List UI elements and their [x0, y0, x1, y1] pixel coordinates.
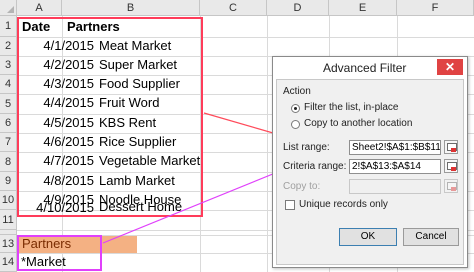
ok-button[interactable]: OK	[339, 228, 397, 246]
advanced-filter-dialog: Advanced Filter ✕ Action Filter the list…	[272, 56, 468, 268]
close-button[interactable]: ✕	[437, 59, 463, 75]
dialog-titlebar[interactable]: Advanced Filter ✕	[273, 57, 467, 79]
filter-in-place-label[interactable]: Filter the list, in-place	[304, 102, 398, 113]
criteria-range-picker-icon[interactable]	[444, 159, 458, 173]
list-range-label: List range:	[283, 142, 330, 153]
filter-in-place-radio[interactable]	[291, 104, 300, 113]
copy-to-input[interactable]	[349, 179, 441, 194]
criteria-range-label: Criteria range:	[283, 161, 347, 172]
dialog-body: Action Filter the list, in-place Copy to…	[276, 79, 464, 265]
action-group-label: Action	[283, 86, 311, 97]
cancel-button[interactable]: Cancel	[403, 228, 459, 246]
list-range-arrow	[203, 112, 281, 136]
copy-to-picker-icon[interactable]	[444, 179, 458, 193]
copy-to-label: Copy to:	[283, 181, 321, 192]
copy-to-location-label[interactable]: Copy to another location	[304, 118, 412, 129]
unique-records-label[interactable]: Unique records only	[299, 199, 388, 210]
criteria-range-input[interactable]: 2!$A$13:$A$14	[349, 159, 441, 174]
list-range-picker-icon[interactable]	[444, 140, 458, 154]
dialog-title: Advanced Filter	[323, 61, 407, 75]
criteria-range-arrow	[102, 166, 291, 244]
list-range-input[interactable]: Sheet2!$A$1:$B$11	[349, 140, 441, 155]
copy-to-location-radio[interactable]	[291, 120, 300, 129]
unique-records-checkbox[interactable]	[285, 200, 295, 210]
